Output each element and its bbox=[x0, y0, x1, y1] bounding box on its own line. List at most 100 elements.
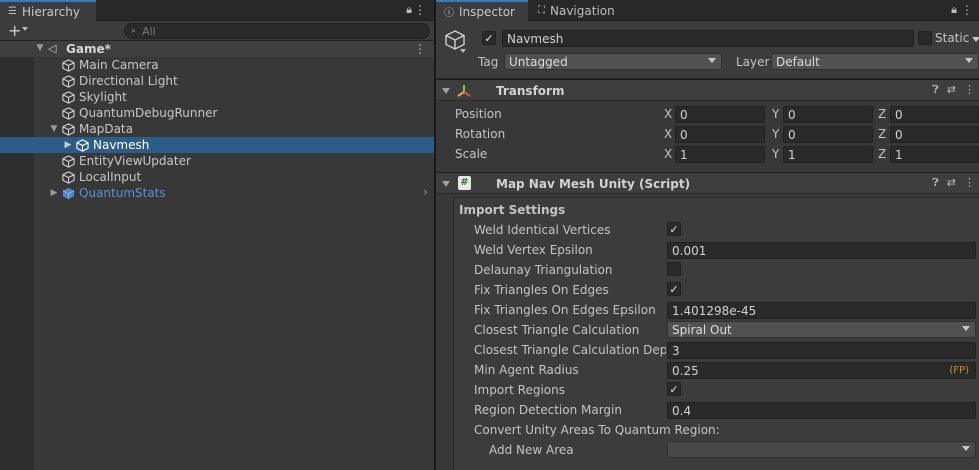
weld-vertex-epsilon-field[interactable]: 0.001 bbox=[667, 242, 976, 259]
lock-icon[interactable]: 🔒︎ bbox=[951, 3, 957, 17]
fix-triangles-checkbox[interactable]: ✓ bbox=[667, 282, 681, 296]
gameobject-icon bbox=[62, 154, 75, 168]
unity-scene-icon: ◁ bbox=[48, 42, 57, 55]
expand-arrow-icon[interactable]: ▶ bbox=[63, 140, 73, 150]
tab-navigation[interactable]: ⛶ Navigation bbox=[530, 0, 623, 21]
fix-triangles-label: Fix Triangles On Edges bbox=[474, 283, 609, 297]
closest-depth-field[interactable]: 3 bbox=[667, 342, 976, 359]
component-menu-icon[interactable]: ⋮ bbox=[964, 176, 975, 190]
transform-icon bbox=[457, 85, 471, 97]
weld-identical-vertices-label: Weld Identical Vertices bbox=[474, 223, 611, 237]
collapse-arrow-icon bbox=[442, 88, 450, 94]
weld-vertex-epsilon-label: Weld Vertex Epsilon bbox=[474, 243, 593, 257]
weld-identical-vertices-checkbox[interactable]: ✓ bbox=[667, 222, 681, 236]
more-options-icon[interactable]: ⋮ bbox=[414, 3, 426, 17]
search-input[interactable]: ⌕ All bbox=[124, 23, 430, 39]
tab-navigation-label: Navigation bbox=[550, 3, 615, 18]
add-new-area-dropdown[interactable] bbox=[667, 441, 976, 458]
mapnavmesh-header[interactable]: # Map Nav Mesh Unity (Script) ❓︎ ⇄ ⋮ bbox=[436, 172, 979, 194]
import-regions-checkbox[interactable]: ✓ bbox=[667, 382, 681, 396]
script-icon: # bbox=[458, 176, 471, 190]
prefab-icon bbox=[62, 187, 75, 199]
delaunay-checkbox[interactable] bbox=[667, 262, 681, 276]
closest-calc-dropdown[interactable]: Spiral Out bbox=[667, 321, 976, 338]
component-header-icons: ❓︎ ⇄ ⋮ bbox=[932, 176, 975, 190]
scale-z-field[interactable]: 1 bbox=[890, 146, 979, 163]
hierarchy-item-local-input[interactable]: LocalInput bbox=[0, 169, 434, 185]
component-header-icons: ❓︎ ⇄ ⋮ bbox=[932, 83, 975, 97]
lock-icon[interactable]: 🔒︎ bbox=[406, 3, 412, 17]
presets-icon[interactable]: ⇄ bbox=[947, 83, 956, 97]
hierarchy-item-directional-light[interactable]: Directional Light bbox=[0, 73, 434, 89]
scene-row[interactable]: ▼ ◁ Game* ⋮ bbox=[0, 41, 434, 57]
axis-z-label: Z bbox=[878, 107, 887, 121]
position-z-field[interactable]: 0 bbox=[890, 106, 979, 123]
fix-epsilon-field[interactable]: 1.401298e-45 bbox=[667, 302, 976, 319]
presets-icon[interactable]: ⇄ bbox=[947, 176, 956, 190]
gameobject-icon bbox=[62, 170, 75, 184]
gameobject-icon bbox=[62, 122, 75, 136]
expand-arrow-icon[interactable]: ▶ bbox=[49, 188, 59, 198]
collapse-arrow-icon[interactable]: ▼ bbox=[35, 43, 45, 53]
gameobject-icon bbox=[445, 30, 465, 50]
axis-x-label: X bbox=[664, 127, 673, 141]
static-dropdown-caret[interactable] bbox=[972, 37, 979, 42]
hierarchy-item-mapdata[interactable]: ▼ MapData bbox=[0, 121, 434, 137]
item-label: LocalInput bbox=[79, 170, 142, 184]
scene-name: Game* bbox=[66, 42, 111, 56]
transform-header[interactable]: Transform ❓︎ ⇄ ⋮ bbox=[436, 79, 979, 101]
hierarchy-item-navmesh[interactable]: ▶ Navmesh bbox=[0, 137, 434, 153]
static-label: Static bbox=[935, 31, 970, 45]
help-icon[interactable]: ❓︎ bbox=[932, 176, 939, 190]
chevron-down-icon bbox=[962, 446, 970, 451]
scene-options-icon[interactable]: ⋮ bbox=[414, 42, 426, 56]
gameobject-icon bbox=[62, 58, 75, 72]
rotation-label: Rotation bbox=[455, 127, 506, 141]
help-icon[interactable]: ❓︎ bbox=[932, 83, 939, 97]
collapse-arrow-icon bbox=[442, 181, 450, 187]
tab-hierarchy-label: Hierarchy bbox=[21, 4, 80, 19]
static-checkbox[interactable] bbox=[918, 31, 932, 45]
rotation-x-field[interactable]: 0 bbox=[675, 126, 765, 143]
hierarchy-item-skylight[interactable]: Skylight bbox=[0, 89, 434, 105]
hierarchy-item-quantum-debug-runner[interactable]: QuantumDebugRunner bbox=[0, 105, 434, 121]
object-name-field[interactable]: Navmesh bbox=[502, 30, 914, 47]
hierarchy-tabbar: ☰ Hierarchy 🔒︎ ⋮ bbox=[0, 0, 434, 21]
hierarchy-item-quantum-stats[interactable]: ▶ QuantumStats › bbox=[0, 185, 434, 201]
chevron-right-icon[interactable]: › bbox=[423, 185, 428, 199]
item-label: QuantumDebugRunner bbox=[79, 106, 218, 120]
item-label: QuantumStats bbox=[79, 186, 166, 200]
delaunay-label: Delaunay Triangulation bbox=[474, 263, 613, 277]
tab-inspector-label: Inspector bbox=[459, 4, 515, 19]
expand-arrow-icon[interactable]: ▼ bbox=[49, 124, 59, 134]
active-checkbox[interactable]: ✓ bbox=[482, 31, 496, 45]
rotation-y-field[interactable]: 0 bbox=[783, 126, 873, 143]
convert-areas-label: Convert Unity Areas To Quantum Region: bbox=[474, 423, 720, 437]
position-x-field[interactable]: 0 bbox=[675, 106, 765, 123]
item-label: Skylight bbox=[79, 90, 127, 104]
chevron-down-icon bbox=[962, 326, 970, 331]
object-header: ✓ Navmesh Static Tag Untagged Layer Defa… bbox=[436, 21, 979, 79]
fix-epsilon-label: Fix Triangles On Edges Epsilon bbox=[474, 303, 656, 317]
tag-dropdown[interactable]: Untagged bbox=[504, 53, 722, 70]
more-options-icon[interactable]: ⋮ bbox=[961, 3, 973, 17]
inspector-panel: ⓘ Inspector ⛶ Navigation 🔒︎ ⋮ ✓ Navmesh … bbox=[436, 0, 979, 470]
position-y-field[interactable]: 0 bbox=[783, 106, 873, 123]
chevron-down-icon[interactable] bbox=[22, 27, 28, 31]
hierarchy-item-entity-view-updater[interactable]: EntityViewUpdater bbox=[0, 153, 434, 169]
tab-hierarchy[interactable]: ☰ Hierarchy bbox=[0, 0, 96, 21]
layer-dropdown[interactable]: Default bbox=[771, 53, 979, 70]
inspector-tabbar: ⓘ Inspector ⛶ Navigation 🔒︎ ⋮ bbox=[436, 0, 979, 21]
layer-label: Layer bbox=[736, 55, 770, 69]
scale-y-field[interactable]: 1 bbox=[783, 146, 873, 163]
icon-dropdown-caret[interactable] bbox=[460, 49, 466, 53]
hierarchy-item-main-camera[interactable]: Main Camera bbox=[0, 57, 434, 73]
min-agent-radius-field[interactable]: 0.25 (FP) bbox=[667, 362, 976, 379]
scale-x-field[interactable]: 1 bbox=[675, 146, 765, 163]
region-margin-field[interactable]: 0.4 bbox=[667, 402, 976, 419]
tab-inspector[interactable]: ⓘ Inspector bbox=[436, 0, 528, 21]
component-menu-icon[interactable]: ⋮ bbox=[964, 83, 975, 97]
gameobject-icon bbox=[76, 138, 89, 152]
rotation-z-field[interactable]: 0 bbox=[890, 126, 979, 143]
add-icon[interactable]: + bbox=[8, 21, 21, 40]
